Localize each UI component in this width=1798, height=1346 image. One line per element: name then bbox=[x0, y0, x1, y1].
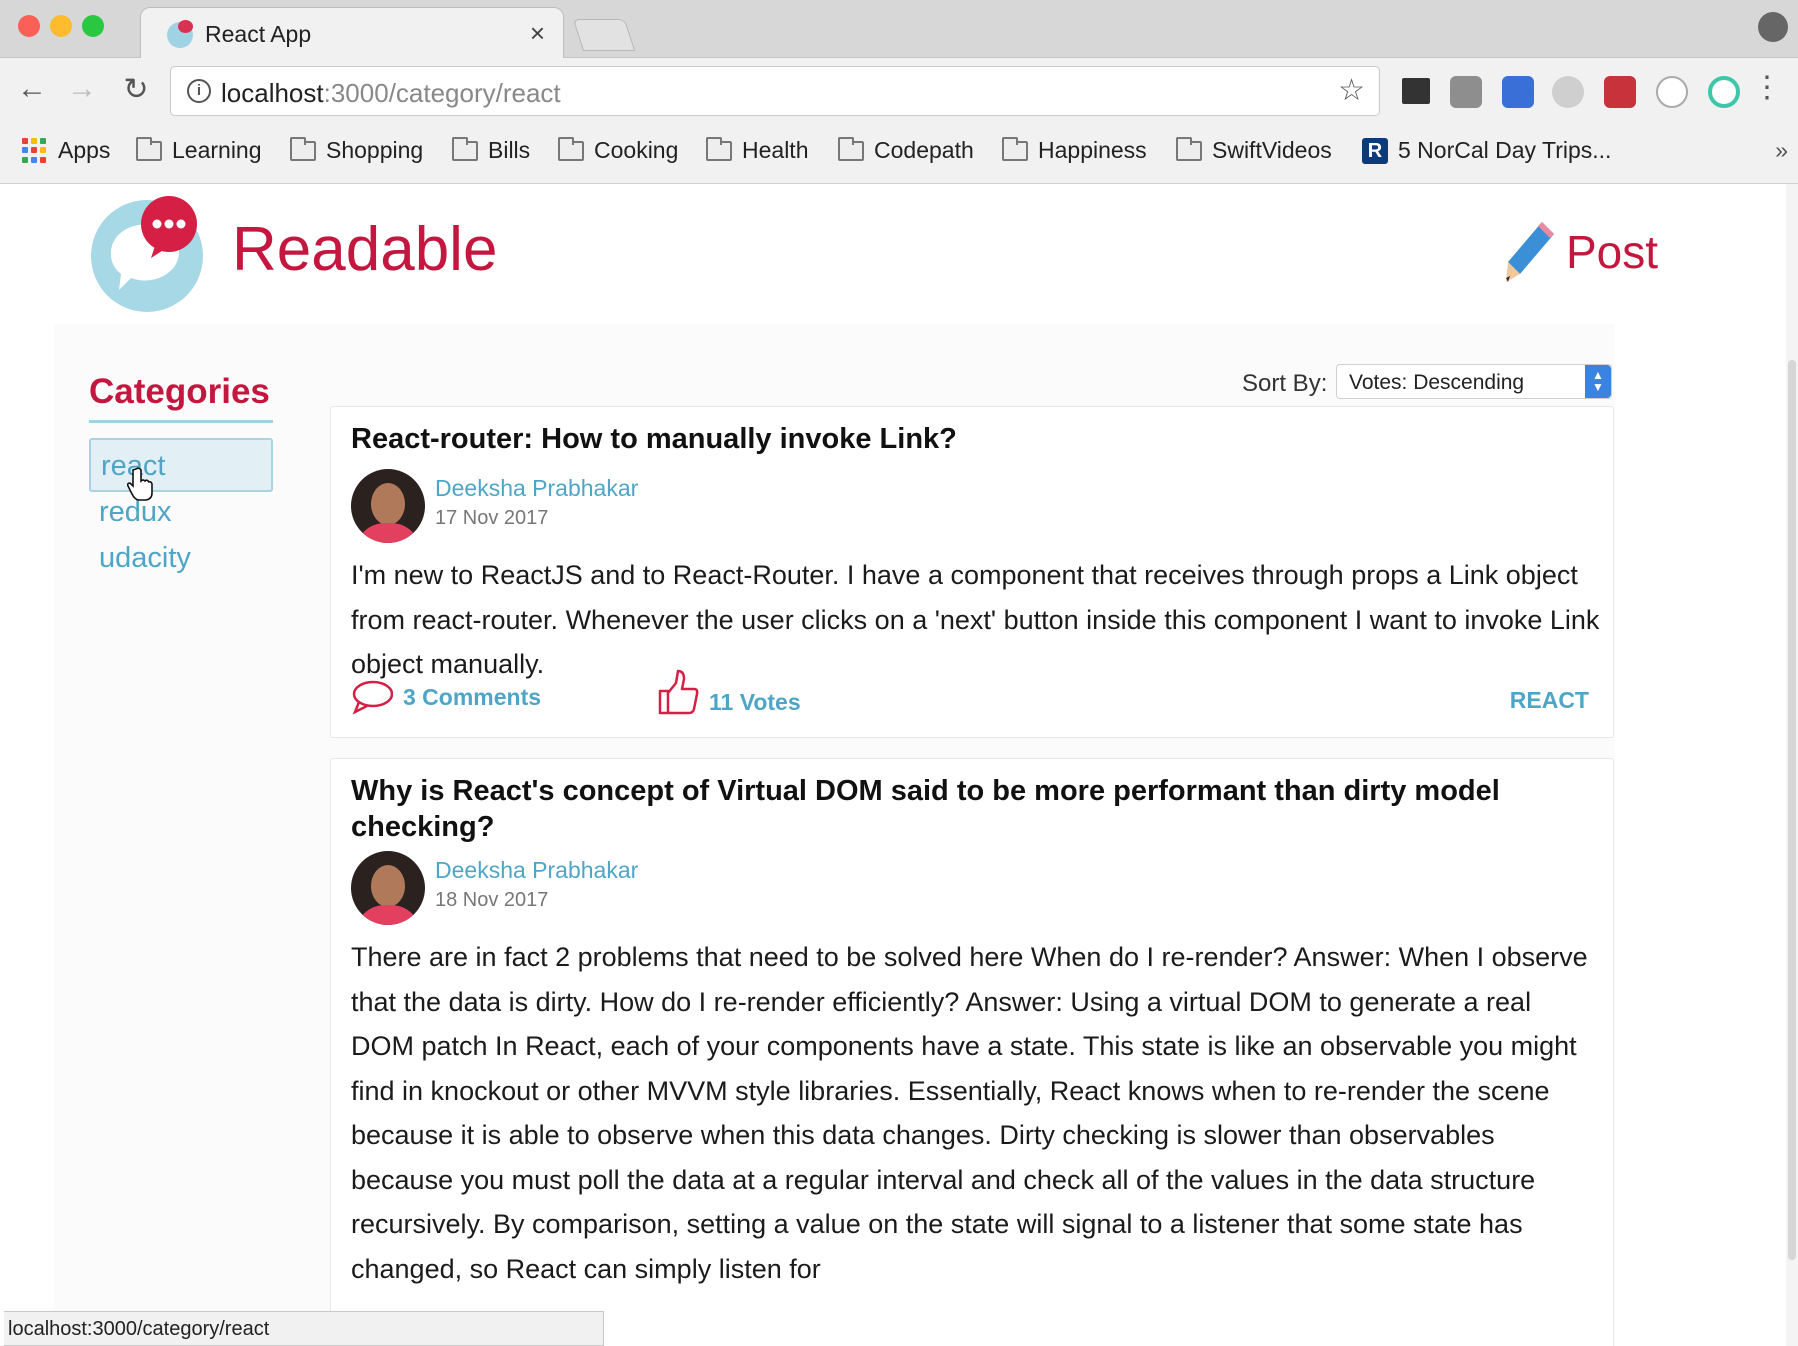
browser-menu-icon[interactable]: ⋮ bbox=[1752, 70, 1782, 105]
tab-close-icon[interactable]: × bbox=[530, 18, 545, 49]
votes-button[interactable]: 11 Votes bbox=[657, 669, 801, 715]
post-body: There are in fact 2 problems that need t… bbox=[351, 942, 1588, 1284]
folder-icon bbox=[290, 136, 316, 161]
bookmark-label: Bills bbox=[488, 137, 531, 163]
pencil-icon bbox=[1506, 222, 1554, 282]
folder-icon bbox=[136, 136, 162, 161]
extension-ring-icon[interactable] bbox=[1656, 76, 1688, 108]
folder-icon bbox=[706, 136, 732, 161]
post-title[interactable]: Why is React's concept of Virtual DOM sa… bbox=[351, 773, 1591, 845]
thumbs-up-icon bbox=[658, 669, 699, 715]
maximize-window-button[interactable] bbox=[82, 15, 104, 37]
bookmarks-bar: Apps Learning Shopping Bills Cooking Hea… bbox=[0, 123, 1798, 183]
reload-icon[interactable]: ↻ bbox=[118, 72, 154, 107]
profile-icon[interactable] bbox=[1758, 12, 1788, 42]
new-post-button[interactable]: Post bbox=[1504, 220, 1658, 284]
bookmark-label: Apps bbox=[58, 137, 111, 163]
categories-divider bbox=[89, 420, 273, 423]
close-window-button[interactable] bbox=[18, 15, 40, 37]
post-title[interactable]: React-router: How to manually invoke Lin… bbox=[351, 421, 1591, 457]
post-author[interactable]: Deeksha Prabhakar bbox=[435, 475, 638, 502]
extension-target-icon[interactable] bbox=[1708, 76, 1740, 108]
bookmark-shopping[interactable]: Shopping bbox=[290, 136, 424, 164]
author-avatar bbox=[351, 469, 425, 543]
bookmark-label: 5 NorCal Day Trips... bbox=[1398, 137, 1612, 163]
tab-strip: React App × bbox=[0, 0, 1798, 59]
post-card: Why is React's concept of Virtual DOM sa… bbox=[330, 758, 1614, 1346]
comment-bubble-icon bbox=[352, 680, 393, 715]
bookmark-bills[interactable]: Bills bbox=[452, 136, 531, 164]
sort-selected-value: Votes: Descending bbox=[1349, 371, 1525, 394]
bookmark-happiness[interactable]: Happiness bbox=[1002, 136, 1147, 164]
minimize-window-button[interactable] bbox=[50, 15, 72, 37]
folder-icon bbox=[1176, 136, 1202, 161]
bookmark-label: Shopping bbox=[326, 137, 424, 163]
post-author[interactable]: Deeksha Prabhakar bbox=[435, 857, 638, 884]
comments-link[interactable]: 3 Comments bbox=[351, 679, 541, 715]
folder-icon bbox=[838, 136, 864, 161]
bookmark-label: SwiftVideos bbox=[1212, 137, 1332, 163]
extension-gray-icon[interactable] bbox=[1450, 76, 1482, 108]
brand-title[interactable]: Readable bbox=[232, 214, 497, 285]
extension-swirl-icon[interactable] bbox=[1552, 76, 1584, 108]
post-body: I'm new to ReactJS and to React-Router. … bbox=[351, 560, 1600, 679]
post-meta: 3 Comments 11 Votes REACT bbox=[351, 669, 1601, 729]
back-icon[interactable]: ← bbox=[14, 72, 50, 106]
post-button-label: Post bbox=[1566, 226, 1659, 278]
post-date: 17 Nov 2017 bbox=[435, 507, 549, 529]
tab-title: React App bbox=[205, 21, 312, 47]
post-date: 18 Nov 2017 bbox=[435, 889, 549, 911]
category-react[interactable]: react bbox=[89, 438, 273, 492]
extension-eyedropper-icon[interactable] bbox=[1402, 78, 1430, 104]
bookmark-apps[interactable]: Apps bbox=[22, 137, 110, 164]
page-scrollbar[interactable] bbox=[1786, 184, 1798, 1346]
url-host: localhost bbox=[221, 78, 324, 108]
new-tab-button[interactable] bbox=[572, 19, 636, 51]
folder-icon bbox=[1002, 136, 1028, 161]
category-udacity[interactable]: udacity bbox=[89, 532, 273, 586]
extension-blue-icon[interactable] bbox=[1502, 76, 1534, 108]
bookmark-label: Learning bbox=[172, 137, 262, 163]
browser-tab[interactable]: React App × bbox=[140, 7, 564, 59]
page-viewport: Readable Post Categories react redux uda… bbox=[4, 184, 1794, 1346]
post-card: React-router: How to manually invoke Lin… bbox=[330, 406, 1614, 738]
chevron-updown-icon: ▲ ▼ bbox=[1585, 365, 1611, 398]
comments-count: 3 Comments bbox=[403, 683, 542, 710]
extension-red-icon[interactable] bbox=[1604, 76, 1636, 108]
bookmark-label: Health bbox=[742, 137, 809, 163]
author-avatar bbox=[351, 851, 425, 925]
bookmark-label: Happiness bbox=[1038, 137, 1147, 163]
bookmark-label: Cooking bbox=[594, 137, 679, 163]
folder-icon bbox=[558, 136, 584, 161]
hand-pointer-cursor-icon bbox=[127, 467, 153, 501]
browser-toolbar: ← → ↻ i localhost:3000/category/react ☆ … bbox=[0, 58, 1798, 184]
votes-count: 11 Votes bbox=[709, 688, 801, 715]
url-path: :3000/category/react bbox=[323, 78, 561, 108]
address-bar[interactable]: i localhost:3000/category/react ☆ bbox=[170, 66, 1380, 116]
url-text: localhost:3000/category/react bbox=[221, 78, 561, 109]
tab-favicon-icon bbox=[167, 20, 193, 48]
folder-icon bbox=[452, 136, 478, 161]
bookmark-star-icon[interactable]: ☆ bbox=[1338, 73, 1365, 108]
bookmark-cooking[interactable]: Cooking bbox=[558, 136, 679, 164]
sort-by-label: Sort By: bbox=[1242, 370, 1328, 397]
status-bar-url: localhost:3000/category/react bbox=[4, 1311, 604, 1346]
bookmark-learning[interactable]: Learning bbox=[136, 136, 262, 164]
info-icon[interactable]: i bbox=[187, 79, 211, 103]
bookmark-swiftvideos[interactable]: SwiftVideos bbox=[1176, 136, 1332, 164]
readable-logo-icon bbox=[91, 196, 203, 312]
sort-select[interactable]: Votes: Descending ▲ ▼ bbox=[1336, 364, 1612, 399]
r-site-icon: R bbox=[1362, 137, 1388, 164]
bookmark-label: Codepath bbox=[874, 137, 974, 163]
forward-icon[interactable]: → bbox=[64, 72, 100, 106]
bookmark-norcal-trips[interactable]: R 5 NorCal Day Trips... bbox=[1362, 137, 1611, 164]
more-bookmarks-icon[interactable]: » bbox=[1775, 137, 1788, 164]
apps-grid-icon bbox=[22, 137, 48, 164]
post-category-tag[interactable]: REACT bbox=[1510, 687, 1589, 714]
bookmark-health[interactable]: Health bbox=[706, 136, 809, 164]
bookmark-codepath[interactable]: Codepath bbox=[838, 136, 974, 164]
categories-heading: Categories bbox=[89, 372, 270, 411]
scrollbar-thumb[interactable] bbox=[1788, 360, 1796, 1260]
